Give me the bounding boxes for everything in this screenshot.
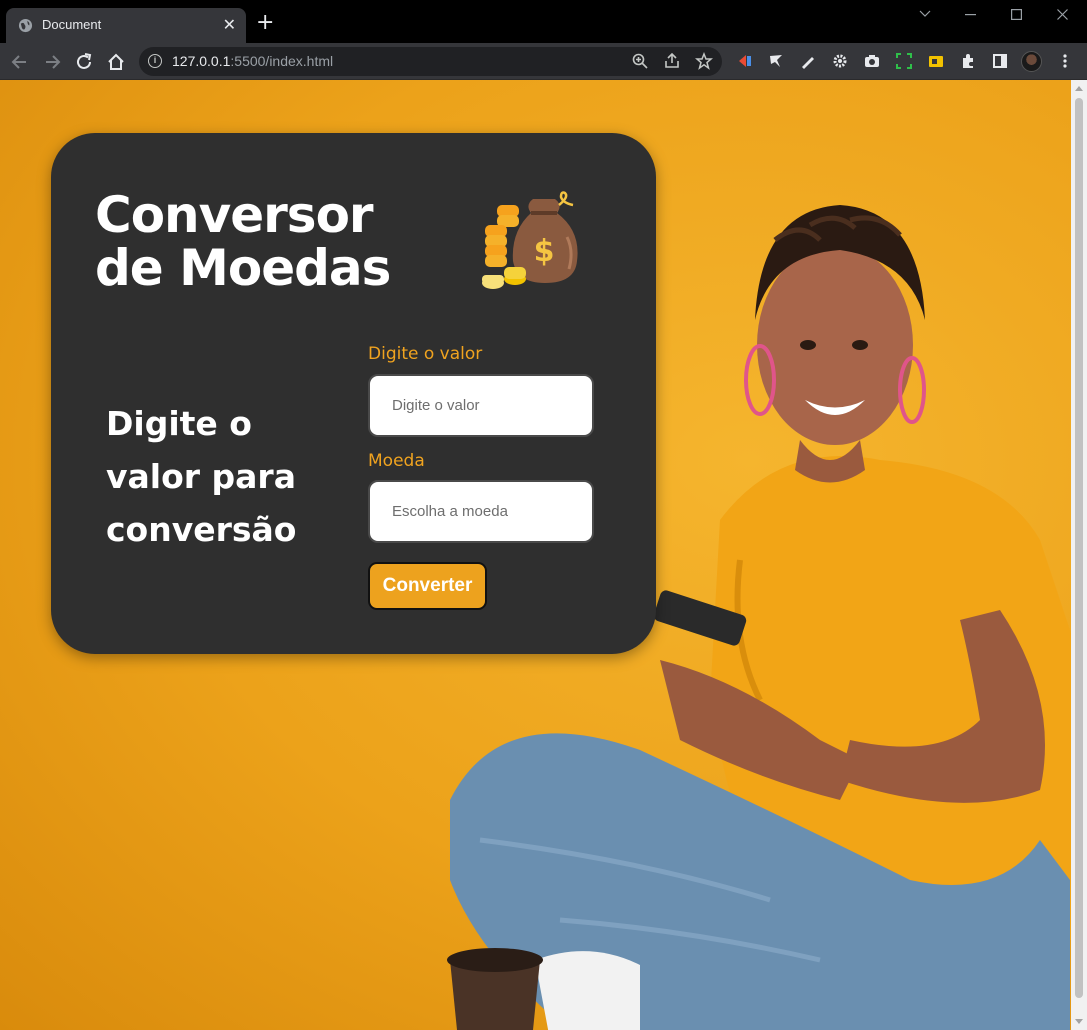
extension-screenshot-icon[interactable] (895, 52, 913, 70)
menu-icon[interactable] (1056, 52, 1074, 70)
value-label: Digite o valor (368, 344, 483, 364)
info-icon[interactable]: i (148, 54, 162, 68)
profile-avatar[interactable] (1021, 51, 1042, 72)
extension-gear-icon[interactable] (831, 52, 849, 70)
money-bag-icon: $ (482, 191, 578, 289)
extension-camera-icon[interactable] (863, 52, 881, 70)
extension-pen-icon[interactable] (799, 52, 817, 70)
value-input[interactable] (370, 376, 592, 435)
value-field[interactable] (368, 374, 594, 437)
scroll-down-arrow-icon[interactable] (1075, 1019, 1083, 1024)
forward-icon[interactable] (41, 51, 63, 73)
tab-title: Document (42, 17, 102, 32)
close-tab-icon[interactable]: ✕ (223, 16, 236, 34)
extensions-icon[interactable] (959, 52, 977, 70)
currency-field[interactable] (368, 480, 594, 543)
bookmark-star-icon[interactable] (695, 52, 713, 70)
globe-icon (18, 18, 33, 33)
maximize-icon[interactable] (1011, 9, 1022, 20)
page-scrollbar[interactable] (1071, 80, 1087, 1030)
page-viewport: Conversor de Moedas $ Digite o valor par… (0, 80, 1071, 1030)
window-close-icon[interactable] (1057, 9, 1068, 20)
tab-search-icon[interactable] (919, 10, 931, 18)
reload-icon[interactable] (73, 51, 95, 73)
browser-toolbar: i 127.0.0.1:5500/index.html (0, 43, 1087, 80)
svg-text:$: $ (534, 234, 555, 269)
currency-input[interactable] (370, 482, 592, 541)
extension-bird-icon[interactable] (767, 52, 785, 70)
scrollbar-thumb[interactable] (1075, 98, 1083, 998)
converter-card: Conversor de Moedas $ Digite o valor par… (51, 133, 656, 654)
convert-button[interactable]: Converter (368, 562, 487, 610)
zoom-icon[interactable] (631, 52, 649, 70)
share-icon[interactable] (663, 52, 681, 70)
url-text[interactable]: 127.0.0.1:5500/index.html (172, 53, 333, 69)
home-icon[interactable] (105, 51, 127, 73)
currency-label: Moeda (368, 451, 425, 471)
browser-tab[interactable]: Document ✕ (6, 8, 246, 43)
minimize-icon[interactable] (965, 14, 976, 16)
back-icon[interactable] (9, 51, 31, 73)
extension-devtools-icon[interactable] (736, 52, 754, 70)
tab-strip: Document ✕ + (0, 0, 1087, 43)
extension-folder-icon[interactable] (927, 52, 945, 70)
scroll-up-arrow-icon[interactable] (1075, 86, 1083, 91)
instruction-text: Digite o valor para conversão (106, 404, 297, 549)
page-title: Conversor de Moedas (95, 186, 391, 297)
side-panel-icon[interactable] (991, 52, 1009, 70)
new-tab-button[interactable]: + (256, 12, 274, 34)
address-bar[interactable]: i 127.0.0.1:5500/index.html (139, 47, 722, 76)
